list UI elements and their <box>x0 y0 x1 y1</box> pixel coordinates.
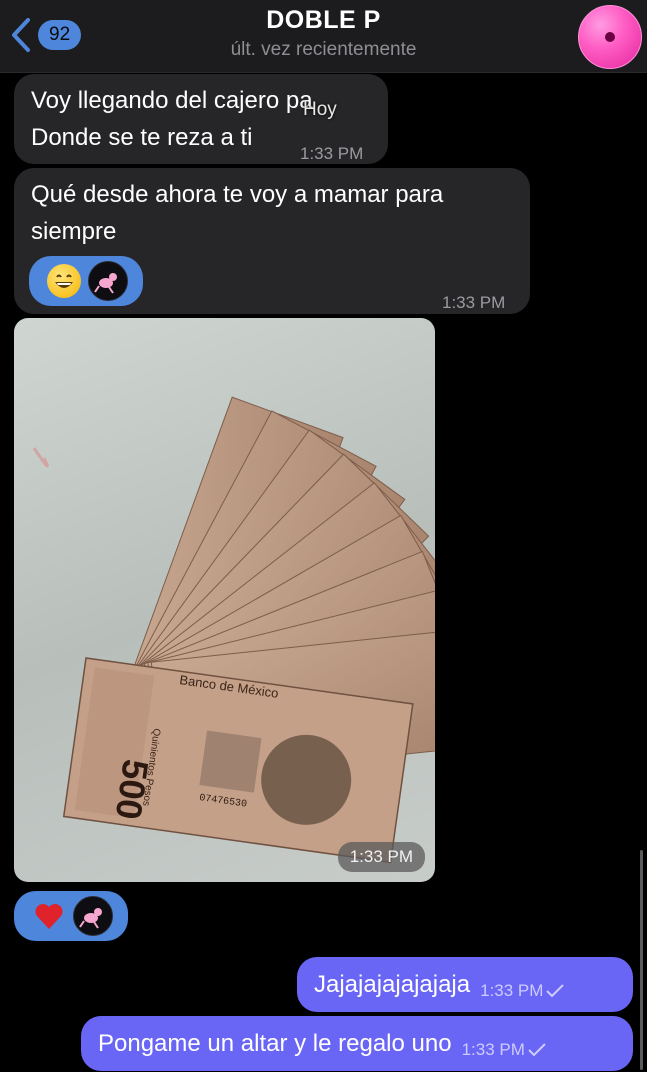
grinning-face-emoji-icon <box>47 264 81 298</box>
scrollbar[interactable] <box>640 850 643 1070</box>
photo-message[interactable]: Banco de México 500 Quinientos Pesos 074… <box>14 318 435 882</box>
reactions-bar[interactable] <box>14 891 128 941</box>
check-icon <box>528 1042 546 1056</box>
message-time: 1:33 PM <box>442 293 506 312</box>
pink-panther-avatar-icon <box>73 896 113 936</box>
last-seen-status: últ. vez recientemente <box>230 39 417 60</box>
message-time-status: 1:33 PM <box>480 981 565 1001</box>
message-bubble-incoming[interactable]: Qué desde ahora te voy a mamar para siem… <box>14 168 530 314</box>
pink-panther-avatar-icon <box>88 261 128 301</box>
banknotes-photo: Banco de México 500 Quinientos Pesos 074… <box>32 396 435 864</box>
message-text: Voy llegando del cajero pa Donde se te r… <box>31 87 313 151</box>
message-time-status: 1:33 PM <box>462 1040 547 1060</box>
reactions-bar[interactable] <box>29 256 143 306</box>
red-heart-emoji-icon <box>35 904 63 929</box>
chat-header: 92 DOBLE P últ. vez recientemente <box>0 0 647 73</box>
date-label: Hoy <box>303 99 337 120</box>
message-time: 1:33 PM <box>337 842 425 872</box>
message-text: Qué desde ahora te voy a mamar para siem… <box>31 181 444 245</box>
message-text: Jajajajajajajaja <box>314 970 471 998</box>
chat-title[interactable]: DOBLE P <box>0 6 647 35</box>
check-icon <box>546 983 565 997</box>
message-bubble-outgoing[interactable]: Pongame un altar y le regalo uno 1:33 PM <box>81 1016 633 1071</box>
contact-avatar[interactable] <box>578 5 642 69</box>
message-time: 1:33 PM <box>300 144 364 163</box>
message-text: Pongame un altar y le regalo uno <box>98 1029 452 1057</box>
message-bubble-outgoing[interactable]: Jajajajajajajaja 1:33 PM <box>297 957 633 1012</box>
